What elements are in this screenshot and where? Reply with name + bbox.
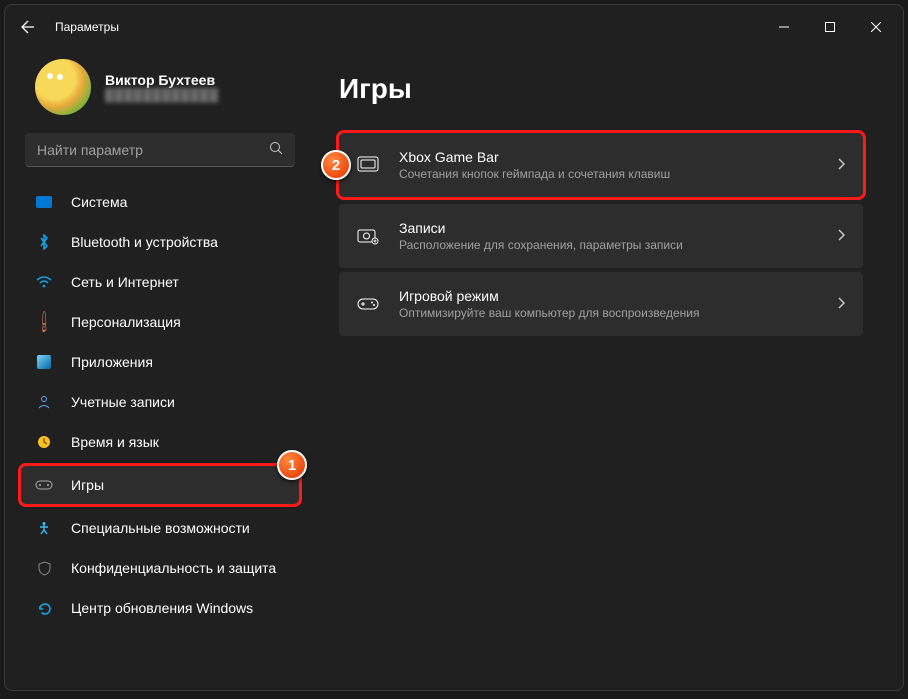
minimize-icon <box>779 22 789 32</box>
card-subtitle: Сочетания кнопок геймпада и сочетания кл… <box>399 167 817 181</box>
arrow-left-icon <box>20 19 36 35</box>
brush-icon: 🖌 <box>31 309 56 334</box>
annotation-badge-1: 1 <box>277 450 307 480</box>
nav-label: Центр обновления Windows <box>71 600 253 616</box>
nav-item-system[interactable]: Система <box>21 183 299 221</box>
sidebar: Виктор Бухтеев ████████████ Система <box>5 49 315 690</box>
person-icon <box>35 393 53 411</box>
profile-block[interactable]: Виктор Бухтеев ████████████ <box>17 49 303 133</box>
nav-item-windows-update[interactable]: Центр обновления Windows <box>21 589 299 627</box>
apps-icon <box>35 353 53 371</box>
search-icon <box>269 141 283 158</box>
search-input[interactable] <box>37 142 269 158</box>
search-box[interactable] <box>25 133 295 167</box>
nav-item-accessibility[interactable]: Специальные возможности <box>21 509 299 547</box>
nav-label: Bluetooth и устройства <box>71 234 218 250</box>
nav-label: Учетные записи <box>71 394 175 410</box>
nav-label: Специальные возможности <box>71 520 250 536</box>
xbox-game-bar-icon <box>357 154 379 176</box>
main-content: Игры 2 Xbox Game Bar Сочетания кнопок ге… <box>315 49 903 690</box>
chevron-right-icon <box>837 157 845 173</box>
nav-item-personalization[interactable]: 🖌 Персонализация <box>21 303 299 341</box>
monitor-icon <box>35 193 53 211</box>
wifi-icon <box>35 273 53 291</box>
nav-item-apps[interactable]: Приложения <box>21 343 299 381</box>
card-xbox-game-bar[interactable]: 2 Xbox Game Bar Сочетания кнопок геймпад… <box>339 133 863 197</box>
nav-item-bluetooth[interactable]: Bluetooth и устройства <box>21 223 299 261</box>
back-button[interactable] <box>9 8 47 46</box>
nav-label: Сеть и Интернет <box>71 274 179 290</box>
nav-label: Система <box>71 194 127 210</box>
annotation-badge-2: 2 <box>321 150 351 180</box>
card-title: Записи <box>399 220 817 236</box>
window-controls <box>761 11 899 43</box>
nav-label: Приложения <box>71 354 153 370</box>
profile-email: ████████████ <box>105 88 219 102</box>
card-subtitle: Расположение для сохранения, параметры з… <box>399 238 817 252</box>
card-captures[interactable]: Записи Расположение для сохранения, пара… <box>339 204 863 268</box>
page-title: Игры <box>339 73 863 105</box>
titlebar: Параметры <box>5 5 903 49</box>
gamepad-icon <box>35 476 53 494</box>
close-button[interactable] <box>853 11 899 43</box>
shield-icon <box>35 559 53 577</box>
maximize-button[interactable] <box>807 11 853 43</box>
nav-item-network[interactable]: Сеть и Интернет <box>21 263 299 301</box>
update-icon <box>35 599 53 617</box>
profile-name: Виктор Бухтеев <box>105 72 219 88</box>
nav-label: Персонализация <box>71 314 181 330</box>
window-title: Параметры <box>55 20 119 34</box>
captures-icon <box>357 225 379 247</box>
minimize-button[interactable] <box>761 11 807 43</box>
chevron-right-icon <box>837 228 845 244</box>
chevron-right-icon <box>837 296 845 312</box>
nav-label: Конфиденциальность и защита <box>71 560 276 576</box>
cards-list: 2 Xbox Game Bar Сочетания кнопок геймпад… <box>339 133 863 336</box>
nav-item-accounts[interactable]: Учетные записи <box>21 383 299 421</box>
card-game-mode[interactable]: Игровой режим Оптимизируйте ваш компьюте… <box>339 272 863 336</box>
settings-window: Параметры Виктор Бухтеев ████████████ <box>4 4 904 691</box>
accessibility-icon <box>35 519 53 537</box>
gamepad-icon <box>357 293 379 315</box>
clock-icon <box>35 433 53 451</box>
avatar <box>35 59 91 115</box>
close-icon <box>871 22 881 32</box>
nav-item-games[interactable]: 1 Игры <box>21 466 299 504</box>
nav-label: Время и язык <box>71 434 159 450</box>
card-title: Игровой режим <box>399 288 817 304</box>
nav-item-privacy[interactable]: Конфиденциальность и защита <box>21 549 299 587</box>
card-subtitle: Оптимизируйте ваш компьютер для воспроиз… <box>399 306 817 320</box>
nav-label: Игры <box>71 477 104 493</box>
bluetooth-icon <box>35 233 53 251</box>
nav-list: Система Bluetooth и устройства Сеть и Ин… <box>17 183 303 627</box>
maximize-icon <box>825 22 835 32</box>
card-title: Xbox Game Bar <box>399 149 817 165</box>
nav-item-time-lang[interactable]: Время и язык <box>21 423 299 461</box>
